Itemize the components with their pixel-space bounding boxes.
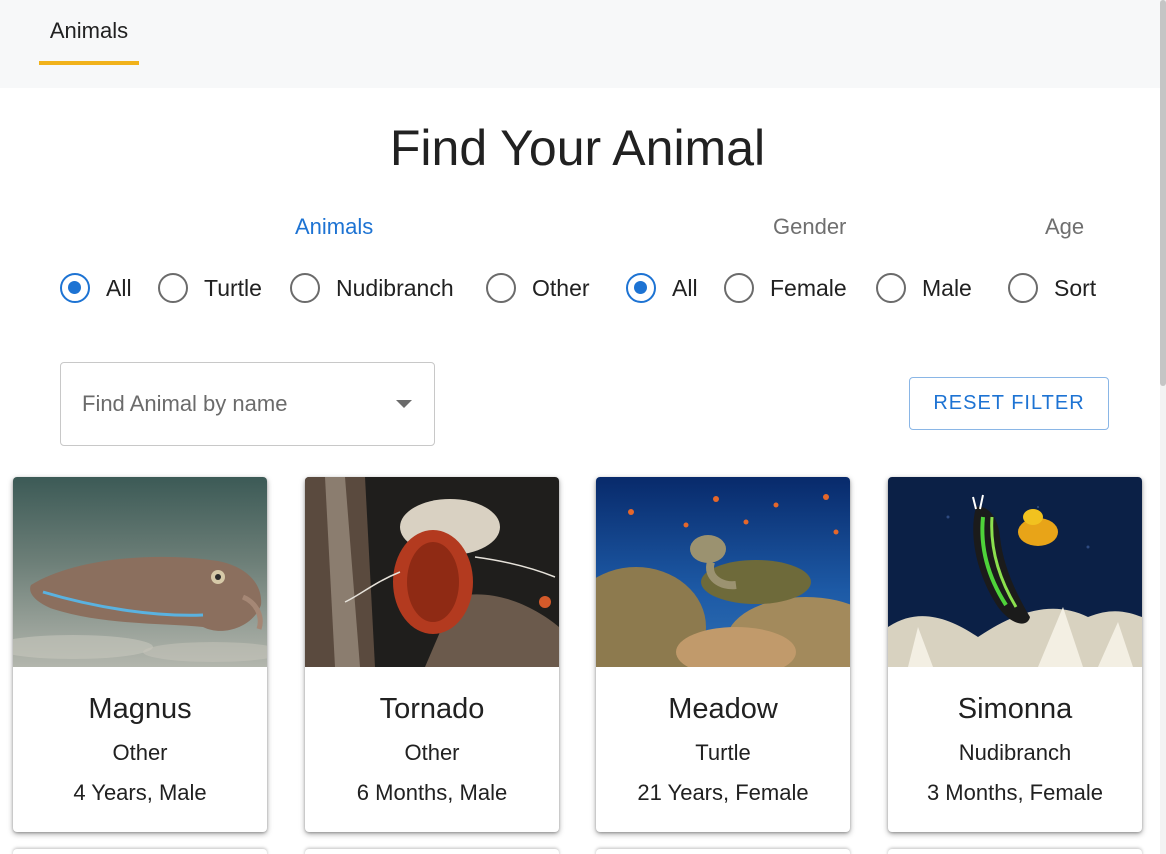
card-name: Tornado [379, 693, 485, 725]
card-meta: 4 Years, Male [73, 780, 207, 805]
radio-label: Sort [1054, 274, 1097, 301]
hermit-crab-photo [305, 477, 559, 667]
card-type: Other [112, 740, 168, 765]
radio-unchecked-icon [486, 273, 516, 303]
card-name: Simonna [957, 693, 1073, 725]
card-row-peek [305, 849, 559, 854]
radio-checked-icon [626, 273, 656, 303]
gender-filter-label: Gender [773, 214, 847, 239]
animal-card-tornado[interactable]: Tornado Other 6 Months, Male [305, 477, 559, 832]
animals-filter-label: Animals [295, 214, 374, 239]
radio-label: Turtle [204, 274, 262, 301]
top-nav: Animals [0, 0, 1160, 88]
radio-unchecked-icon [158, 273, 188, 303]
radio-label: Female [770, 274, 847, 301]
reset-filter-label: RESET FILTER [933, 392, 1085, 414]
card-type: Turtle [695, 740, 751, 765]
scrollbar-thumb[interactable] [1160, 0, 1166, 386]
card-row-peek [13, 849, 267, 854]
card-type: Other [404, 740, 460, 765]
find-animal-placeholder: Find Animal by name [82, 391, 288, 416]
radio-checked-icon [60, 273, 90, 303]
radio-age-sort[interactable]: Sort [1008, 272, 1096, 304]
card-name: Meadow [668, 693, 778, 725]
radio-animals-other[interactable]: Other [486, 272, 590, 304]
radio-unchecked-icon [876, 273, 906, 303]
radio-unchecked-icon [724, 273, 754, 303]
radio-label: All [672, 274, 698, 301]
card-row-peek [596, 849, 850, 854]
radio-animals-turtle[interactable]: Turtle [158, 272, 262, 304]
radio-animals-nudibranch[interactable]: Nudibranch [290, 272, 454, 304]
card-type: Nudibranch [958, 740, 1072, 765]
reset-filter-button[interactable]: RESET FILTER [909, 377, 1109, 430]
sea-turtle-photo [596, 477, 850, 667]
animal-card-magnus[interactable]: Magnus Other 4 Years, Male [13, 477, 267, 832]
radio-animals-all[interactable]: All [60, 272, 132, 304]
page: Animals Find Your Animal Animals Gender … [0, 0, 1166, 854]
animal-card-meadow[interactable]: Meadow Turtle 21 Years, Female [596, 477, 850, 832]
cuttlefish-photo [13, 477, 267, 667]
card-name: Magnus [88, 693, 192, 725]
tab-animals[interactable]: Animals [39, 0, 139, 66]
card-meta: 6 Months, Male [356, 780, 508, 805]
card-row-peek [888, 849, 1142, 854]
animal-card-simonna[interactable]: Simonna Nudibranch 3 Months, Female [888, 477, 1142, 832]
page-title: Find Your Animal [389, 120, 766, 176]
nudibranch-photo [888, 477, 1142, 667]
radio-gender-male[interactable]: Male [876, 272, 972, 304]
card-meta: 3 Months, Female [926, 780, 1104, 805]
radio-label: All [106, 274, 132, 301]
dropdown-arrow-icon [396, 400, 412, 408]
age-filter-label: Age [1045, 214, 1085, 239]
radio-label: Other [532, 274, 590, 301]
tab-active-indicator [39, 61, 139, 65]
radio-unchecked-icon [1008, 273, 1038, 303]
find-animal-select[interactable]: Find Animal by name [60, 362, 435, 446]
radio-label: Nudibranch [336, 274, 454, 301]
radio-label: Male [922, 274, 972, 301]
radio-gender-all[interactable]: All [626, 272, 698, 304]
radio-gender-female[interactable]: Female [724, 272, 847, 304]
radio-unchecked-icon [290, 273, 320, 303]
tab-animals-label: Animals [49, 18, 129, 43]
card-meta: 21 Years, Female [637, 780, 809, 805]
